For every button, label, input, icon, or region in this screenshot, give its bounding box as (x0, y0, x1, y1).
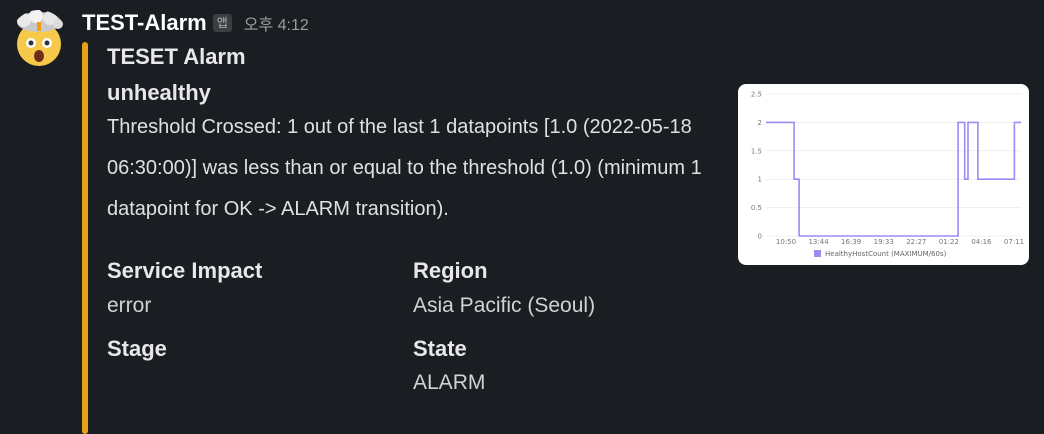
field-label-stage: Stage (107, 336, 167, 361)
legend-swatch (814, 250, 821, 257)
attachment-description: Threshold Crossed: 1 out of the last 1 d… (107, 116, 702, 220)
x-tick-label: 19:33 (874, 238, 894, 246)
y-tick-label: 0 (758, 233, 762, 241)
exploding-head-emoji-icon[interactable] (10, 10, 68, 68)
x-tick-label: 13:44 (808, 238, 829, 246)
y-tick-label: 0.5 (751, 204, 762, 212)
attachment-status: unhealthy (107, 80, 211, 105)
field-value-region: Asia Pacific (Seoul) (413, 294, 596, 317)
x-tick-label: 04:16 (971, 238, 992, 246)
field-label-state: State (413, 336, 467, 361)
y-tick-label: 1.5 (751, 147, 762, 155)
attachment-title: TESET Alarm (107, 44, 246, 69)
field-value-state: ALARM (413, 371, 486, 394)
y-tick-label: 2 (758, 119, 762, 127)
chart-thumbnail[interactable]: 0 0.5 1 1.5 2 2.5 10:50 13:44 16:39 19:33 22:27 01:… (738, 84, 1029, 265)
message-header: TEST-Alarm 앱 오후 4:12 (82, 8, 309, 38)
x-tick-label: 10:50 (776, 238, 796, 246)
x-tick-label: 16:39 (841, 238, 861, 246)
field-value-service-impact: error (107, 294, 152, 317)
x-tick-label: 07:11 (1004, 238, 1024, 246)
app-badge: 앱 (212, 14, 232, 32)
app-name-link[interactable]: TEST-Alarm (82, 10, 207, 36)
message-timestamp[interactable]: 오후 4:12 (244, 11, 309, 35)
x-tick-label: 01:22 (939, 238, 959, 246)
legend-label: HealthyHostCount (MAXIMUM/60s) (825, 250, 947, 258)
y-tick-label: 2.5 (751, 91, 762, 99)
field-label-region: Region (413, 258, 488, 283)
field-label-service-impact: Service Impact (107, 258, 263, 283)
x-tick-label: 22:27 (906, 238, 926, 246)
alarm-metric-chart: 0 0.5 1 1.5 2 2.5 10:50 13:44 16:39 19:33 22:27 01:… (751, 91, 1024, 259)
attachment-color-bar (82, 42, 88, 434)
y-tick-label: 1 (758, 176, 762, 184)
